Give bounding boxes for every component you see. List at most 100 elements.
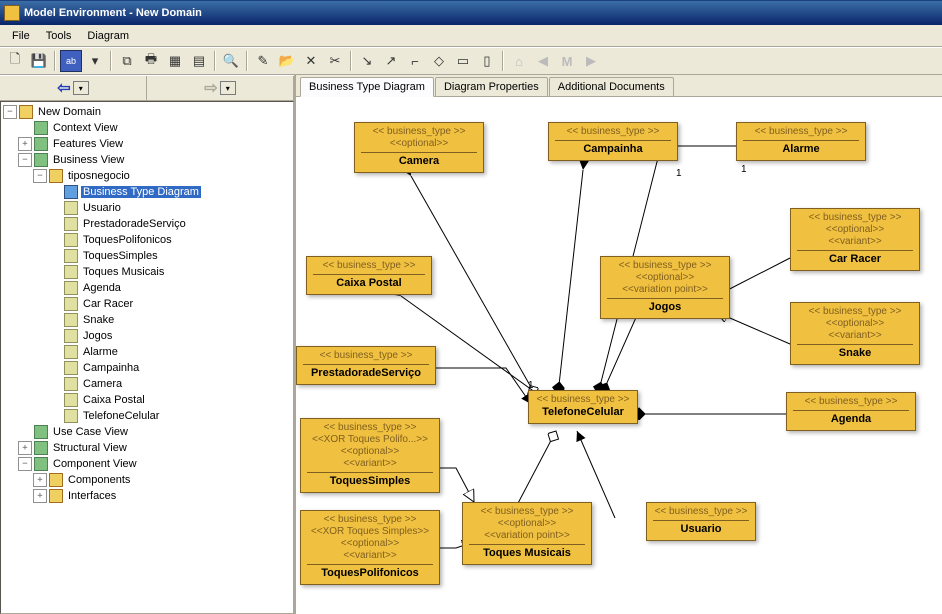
tree-node[interactable]: Alarme	[1, 344, 293, 360]
tree-node[interactable]: −tiposnegocio	[1, 168, 293, 184]
grid2-icon[interactable]: ▤	[188, 50, 210, 72]
menu-tools[interactable]: Tools	[38, 28, 80, 44]
edit-icon[interactable]: ✎	[252, 50, 274, 72]
tree-node[interactable]: +Structural View	[1, 440, 293, 456]
open-icon[interactable]: 📂	[276, 50, 298, 72]
tree-twist-icon[interactable]: +	[18, 137, 32, 151]
tree-item-icon	[64, 393, 78, 407]
new-icon[interactable]: 🗋	[4, 50, 26, 72]
tree-twist-icon[interactable]: −	[18, 457, 32, 471]
tree-node[interactable]: Context View	[1, 120, 293, 136]
link1-icon[interactable]: ↘	[356, 50, 378, 72]
tree-twist-icon[interactable]: +	[33, 473, 47, 487]
shape3-icon[interactable]: ▯	[476, 50, 498, 72]
box-tpoli[interactable]: << business_type >> <<XOR Toques Simples…	[300, 510, 440, 585]
tree-item-icon	[34, 441, 48, 455]
tree-node[interactable]: Jogos	[1, 328, 293, 344]
tab-business-type-diagram[interactable]: Business Type Diagram	[300, 77, 434, 97]
delete-icon[interactable]: ✕	[300, 50, 322, 72]
tab-diagram-properties[interactable]: Diagram Properties	[435, 77, 548, 96]
tree-item-label: Interfaces	[66, 490, 118, 502]
tree-twist-icon[interactable]: +	[18, 441, 32, 455]
nav-row: ⇦▾ ⇨▾	[0, 75, 294, 101]
tree-twist-icon	[48, 393, 62, 407]
tree-node[interactable]: Business Type Diagram	[1, 184, 293, 200]
tree-twist-icon[interactable]: −	[3, 105, 17, 119]
tree-node[interactable]: Car Racer	[1, 296, 293, 312]
back-icon[interactable]: ◀	[532, 50, 554, 72]
tree-item-label: Alarme	[81, 346, 120, 358]
tree-node[interactable]: Caixa Postal	[1, 392, 293, 408]
tree-item-icon	[64, 313, 78, 327]
box-carracer[interactable]: << business_type >> <<optional>> <<varia…	[790, 208, 920, 271]
dropdown-icon[interactable]: ▾	[84, 50, 106, 72]
tree-node[interactable]: PrestadoradeServiço	[1, 216, 293, 232]
tree-item-label: Camera	[81, 378, 124, 390]
diagram-canvas[interactable]: << business_type >> <<optional>> Camera …	[296, 97, 942, 614]
link2-icon[interactable]: ↗	[380, 50, 402, 72]
find-icon[interactable]: 🔍	[220, 50, 242, 72]
tree-node[interactable]: ToquesSimples	[1, 248, 293, 264]
tree-item-label: Agenda	[81, 282, 123, 294]
tree-node[interactable]: +Features View	[1, 136, 293, 152]
tree-twist-icon[interactable]: −	[33, 169, 47, 183]
tree-node[interactable]: ToquesPolifonicos	[1, 232, 293, 248]
menu-diagram[interactable]: Diagram	[79, 28, 137, 44]
nav-back-dropdown[interactable]: ▾	[73, 81, 89, 95]
tree-node[interactable]: Campainha	[1, 360, 293, 376]
box-tsimples[interactable]: << business_type >> <<XOR Toques Polifo.…	[300, 418, 440, 493]
nav-fwd-block[interactable]: ⇨▾	[147, 76, 294, 100]
grid1-icon[interactable]: ▦	[164, 50, 186, 72]
shape2-icon[interactable]: ▭	[452, 50, 474, 72]
box-campainha[interactable]: << business_type >> Campainha	[548, 122, 678, 161]
corner-icon[interactable]: ⌐	[404, 50, 426, 72]
home-icon[interactable]: ⌂	[508, 50, 530, 72]
tree-item-icon	[64, 233, 78, 247]
menu-bar: File Tools Diagram	[0, 25, 942, 47]
box-snake[interactable]: << business_type >> <<optional>> <<varia…	[790, 302, 920, 365]
nav-fwd-dropdown[interactable]: ▾	[220, 81, 236, 95]
box-jogos[interactable]: << business_type >> <<optional>> <<varia…	[600, 256, 730, 319]
tree-item-label: Usuario	[81, 202, 123, 214]
tree-node[interactable]: −New Domain	[1, 104, 293, 120]
tree-node[interactable]: + Interfaces	[1, 488, 293, 504]
tree-item-icon	[19, 105, 33, 119]
box-alarme[interactable]: << business_type >> Alarme	[736, 122, 866, 161]
nav-back-block[interactable]: ⇦▾	[0, 76, 147, 100]
box-agenda[interactable]: << business_type >> Agenda	[786, 392, 916, 431]
copy-icon[interactable]: ⧉	[116, 50, 138, 72]
toolbar: 🗋 💾 ab ▾ ⧉ 🖶 ▦ ▤ 🔍 ✎ 📂 ✕ ✂ ↘ ↗ ⌐ ◇ ▭ ▯ ⌂…	[0, 47, 942, 75]
save-icon[interactable]: 💾	[28, 50, 50, 72]
tree-node[interactable]: Camera	[1, 376, 293, 392]
tree-node[interactable]: −Component View	[1, 456, 293, 472]
print-icon[interactable]: 🖶	[140, 50, 162, 72]
tree-node[interactable]: Usuario	[1, 200, 293, 216]
tree-node[interactable]: Toques Musicais	[1, 264, 293, 280]
tab-additional-documents[interactable]: Additional Documents	[549, 77, 674, 96]
box-tmusicais[interactable]: << business_type >> <<optional>> <<varia…	[462, 502, 592, 565]
tree-node[interactable]: Use Case View	[1, 424, 293, 440]
box-camera[interactable]: << business_type >> <<optional>> Camera	[354, 122, 484, 173]
tree-twist-icon[interactable]: −	[18, 153, 32, 167]
tree-node[interactable]: Agenda	[1, 280, 293, 296]
tree-item-icon	[64, 249, 78, 263]
menu-file[interactable]: File	[4, 28, 38, 44]
box-caixa[interactable]: << business_type >> Caixa Postal	[306, 256, 432, 295]
cut-icon[interactable]: ✂	[324, 50, 346, 72]
box-tel[interactable]: << business_type >> TelefoneCelular	[528, 390, 638, 424]
fwd-icon[interactable]: ▶	[580, 50, 602, 72]
mark-icon[interactable]: M	[556, 50, 578, 72]
tree-twist-icon[interactable]: +	[33, 489, 47, 503]
shape1-icon[interactable]: ◇	[428, 50, 450, 72]
tree-node[interactable]: +Components	[1, 472, 293, 488]
box-usuario[interactable]: << business_type >> Usuario	[646, 502, 756, 541]
title-bar: Model Environment - New Domain	[0, 0, 942, 25]
box-prest[interactable]: << business_type >> PrestadoradeServiço	[296, 346, 436, 385]
field-icon[interactable]: ab	[60, 50, 82, 72]
tree-node[interactable]: −Business View	[1, 152, 293, 168]
tree-node[interactable]: TelefoneCelular	[1, 408, 293, 424]
tree-item-icon	[49, 169, 63, 183]
tree-view[interactable]: −New DomainContext View+Features View−Bu…	[0, 101, 294, 614]
tree-node[interactable]: Snake	[1, 312, 293, 328]
left-panel: ⇦▾ ⇨▾ −New DomainContext View+Features V…	[0, 75, 296, 614]
